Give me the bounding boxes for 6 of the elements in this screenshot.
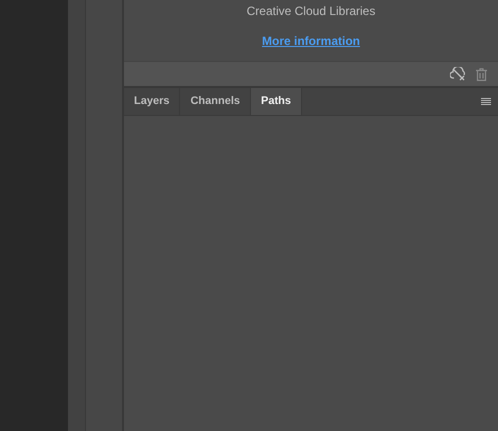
more-information-link[interactable]: More information [262, 34, 360, 48]
panel-tab[interactable]: Paths [251, 88, 302, 115]
menu-icon[interactable] [481, 98, 491, 105]
cloud-off-icon[interactable] [450, 67, 467, 81]
trash-icon[interactable] [476, 68, 487, 80]
libraries-text: Creative Cloud Libraries [246, 4, 376, 18]
